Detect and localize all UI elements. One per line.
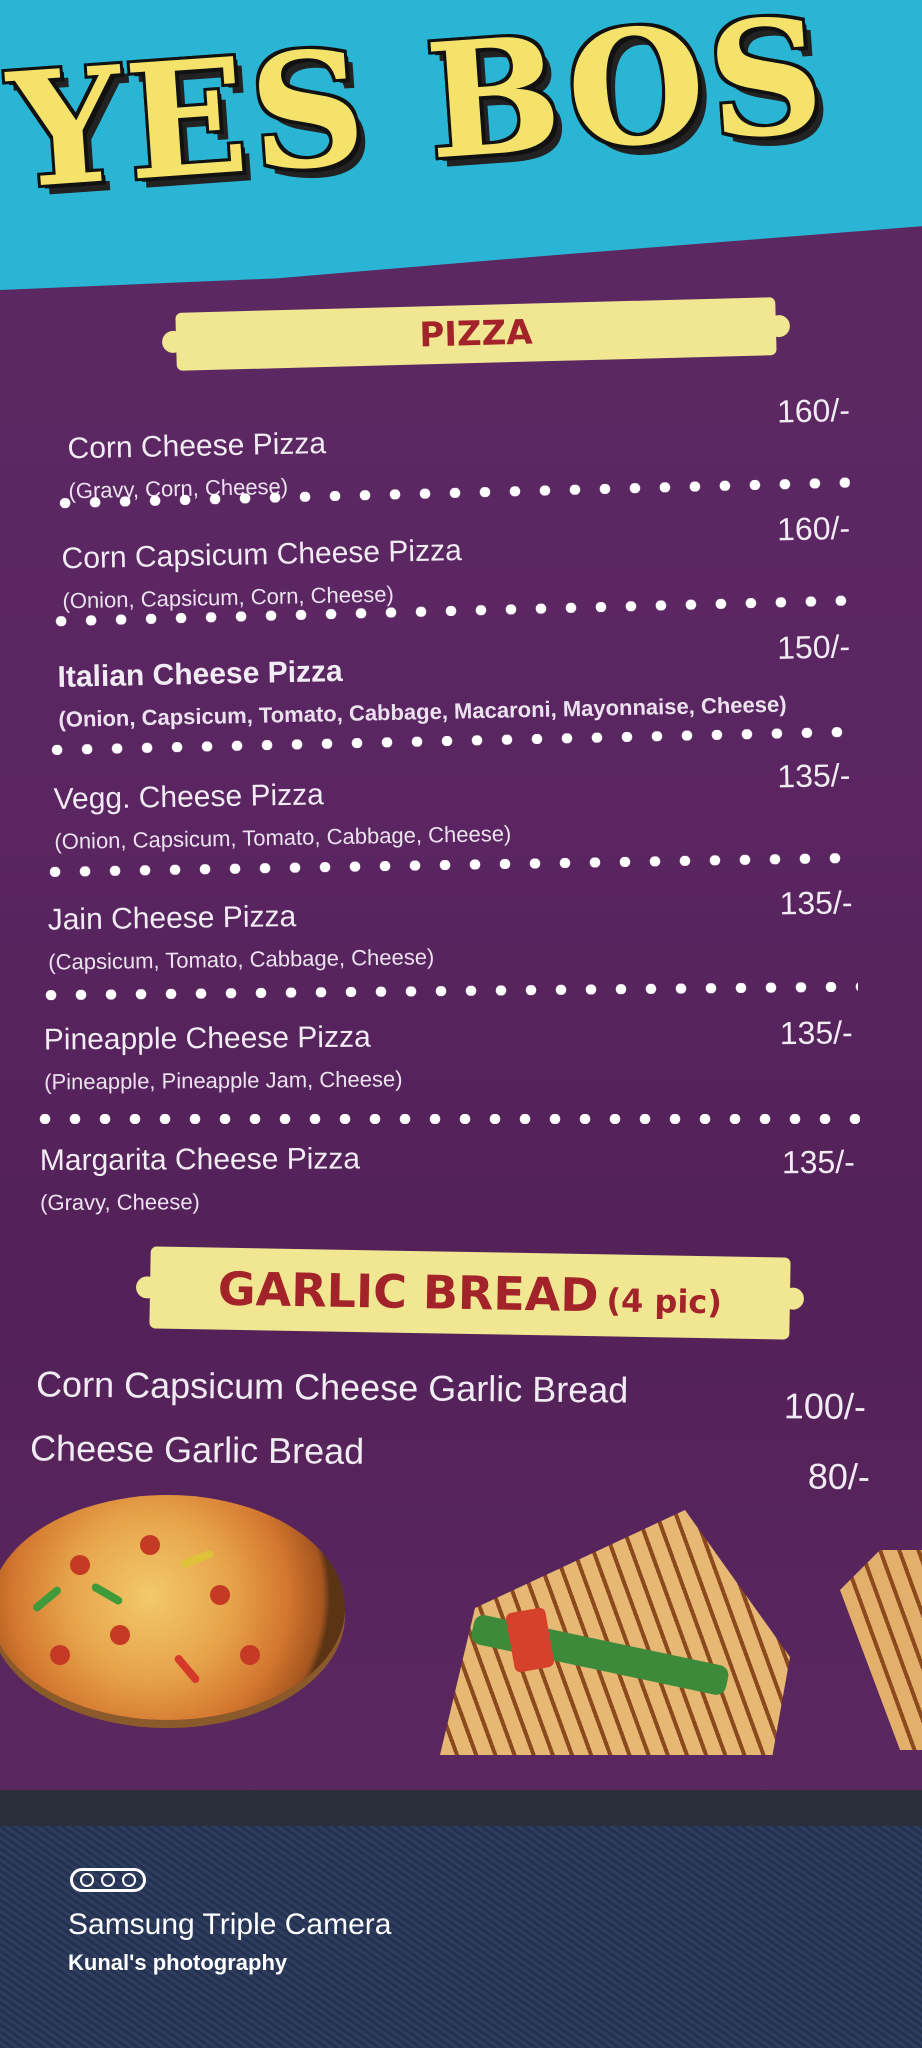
section-heading-pizza-text: PIZZA xyxy=(418,312,534,356)
menu-item: Jain Cheese Pizza (Capsicum, Tomato, Cab… xyxy=(47,884,852,983)
divider xyxy=(35,981,859,1001)
menu-item: Italian Cheese Pizza (Onion, Capsicum, T… xyxy=(57,628,908,741)
item-price: 135/- xyxy=(777,757,851,795)
divider xyxy=(30,1114,860,1124)
item-price: 135/- xyxy=(779,1014,853,1052)
item-name: Jain Cheese Pizza xyxy=(47,900,297,937)
item-desc: (Gravy, Cheese) xyxy=(40,1189,200,1216)
triple-camera-icon xyxy=(70,1868,146,1892)
item-price: 160/- xyxy=(776,391,851,430)
item-price: 135/- xyxy=(781,1143,855,1181)
item-name: Corn Cheese Pizza xyxy=(67,426,327,466)
item-desc: (Pineapple, Pineapple Jam, Cheese) xyxy=(44,1066,403,1095)
menu-item: Pineapple Cheese Pizza (Pineapple, Pinea… xyxy=(43,1014,853,1104)
item-name: Corn Capsicum Cheese Pizza xyxy=(61,534,463,576)
photographer-watermark: Kunal's photography xyxy=(68,1950,288,1975)
menu-card: YES BOS PIZZA Corn Cheese Pizza (Gravy, … xyxy=(0,0,922,1820)
sandwich-edge-photo xyxy=(840,1550,922,1750)
item-desc: (Capsicum, Tomato, Cabbage, Cheese) xyxy=(48,944,435,975)
section-heading-pizza: PIZZA xyxy=(175,297,777,371)
menu-item: Cheese Garlic Bread 80/- xyxy=(29,1427,910,1497)
item-name: Margarita Cheese Pizza xyxy=(39,1142,361,1178)
item-price: 80/- xyxy=(807,1455,871,1498)
item-name: Cheese Garlic Bread xyxy=(29,1427,365,1472)
item-price: 160/- xyxy=(776,509,851,548)
item-price: 100/- xyxy=(783,1385,867,1428)
pizza-photo xyxy=(0,1495,345,1720)
brand-title: YES BOS xyxy=(3,0,834,225)
brand-banner: YES BOS xyxy=(0,0,922,290)
item-name: Corn Capsicum Cheese Garlic Bread xyxy=(35,1363,629,1411)
section-heading-garlic-bread: GARLIC BREAD (4 pic) xyxy=(149,1246,791,1340)
item-desc: (Onion, Capsicum, Tomato, Cabbage, Chees… xyxy=(54,821,512,854)
menu-item: Corn Capsicum Cheese Garlic Bread 100/- xyxy=(35,1363,916,1427)
laminate-edge xyxy=(0,1790,922,1830)
item-desc: (Onion, Capsicum, Tomato, Cabbage, Macar… xyxy=(58,691,787,732)
item-name: Pineapple Cheese Pizza xyxy=(43,1020,371,1057)
item-price: 150/- xyxy=(776,628,851,666)
section-heading-garlic-bread-text: GARLIC BREAD xyxy=(217,1261,600,1323)
section-heading-garlic-bread-note: (4 pic) xyxy=(606,1281,723,1322)
item-price: 135/- xyxy=(779,884,853,922)
menu-item: Margarita Cheese Pizza (Gravy, Cheese) 1… xyxy=(39,1140,855,1224)
menu-item: Vegg. Cheese Pizza (Onion, Capsicum, Tom… xyxy=(53,757,854,863)
item-name: Italian Cheese Pizza xyxy=(57,654,344,694)
camera-watermark: Samsung Triple Camera xyxy=(68,1908,392,1941)
item-name: Vegg. Cheese Pizza xyxy=(53,778,325,816)
